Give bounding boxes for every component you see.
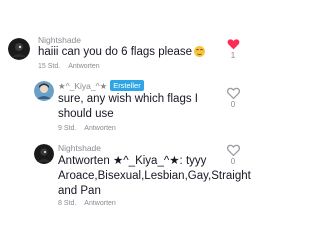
avatar[interactable]: [34, 81, 54, 101]
avatar[interactable]: [8, 38, 30, 60]
comment-username[interactable]: Nightshade: [38, 35, 81, 45]
heart-outline-icon: [226, 87, 240, 99]
comment-username[interactable]: Nightshade: [58, 143, 101, 153]
comment-time: 15 Std.: [38, 63, 61, 70]
comment-text: haiii can you do 6 flags please: [38, 45, 228, 60]
like-count: 0: [230, 157, 236, 166]
creator-badge: Ersteller: [110, 80, 144, 91]
like-count: 0: [230, 100, 236, 109]
comment-meta: 15 Std. Antworten: [38, 63, 100, 70]
comment-text: sure, any wish which flags I should use: [58, 93, 198, 120]
comment-item: ★^_Kiya_^★ Ersteller sure, any wish which…: [0, 74, 250, 134]
reply-button[interactable]: Antworten: [68, 63, 100, 70]
comment-time: 8 Std.: [58, 200, 77, 207]
heart-filled-icon: [227, 39, 239, 50]
comment-username: ★^_Kiya_^★ Ersteller: [58, 80, 144, 92]
comment-meta: 9 Std. Antworten: [58, 125, 116, 132]
username-link[interactable]: ★^_Kiya_^★: [58, 81, 107, 91]
heart-outline-icon: [226, 144, 240, 156]
like-button[interactable]: 0: [226, 144, 240, 166]
avatar[interactable]: [34, 144, 54, 164]
comment-meta: 8 Std. Antworten: [58, 200, 116, 207]
like-button[interactable]: 0: [226, 87, 240, 109]
like-button[interactable]: 1: [226, 38, 240, 60]
comment-text-content: haiii can you do 6 flags please: [38, 46, 193, 58]
comment-text: Antworten ★^_Kiya_^★: tyyy Aroace,Bisexu…: [58, 155, 251, 197]
comment-item: Nightshade haiii can you do 6 flags plea…: [0, 0, 250, 70]
reply-button[interactable]: Antworten: [84, 125, 116, 132]
reply-button[interactable]: Antworten: [84, 200, 116, 207]
like-count: 1: [230, 51, 236, 60]
comment-time: 9 Std.: [58, 125, 77, 132]
comment-item: Nightshade Antworten ★^_Kiya_^★: tyyy Ar…: [0, 136, 251, 246]
pleading-face-icon: [194, 46, 206, 57]
